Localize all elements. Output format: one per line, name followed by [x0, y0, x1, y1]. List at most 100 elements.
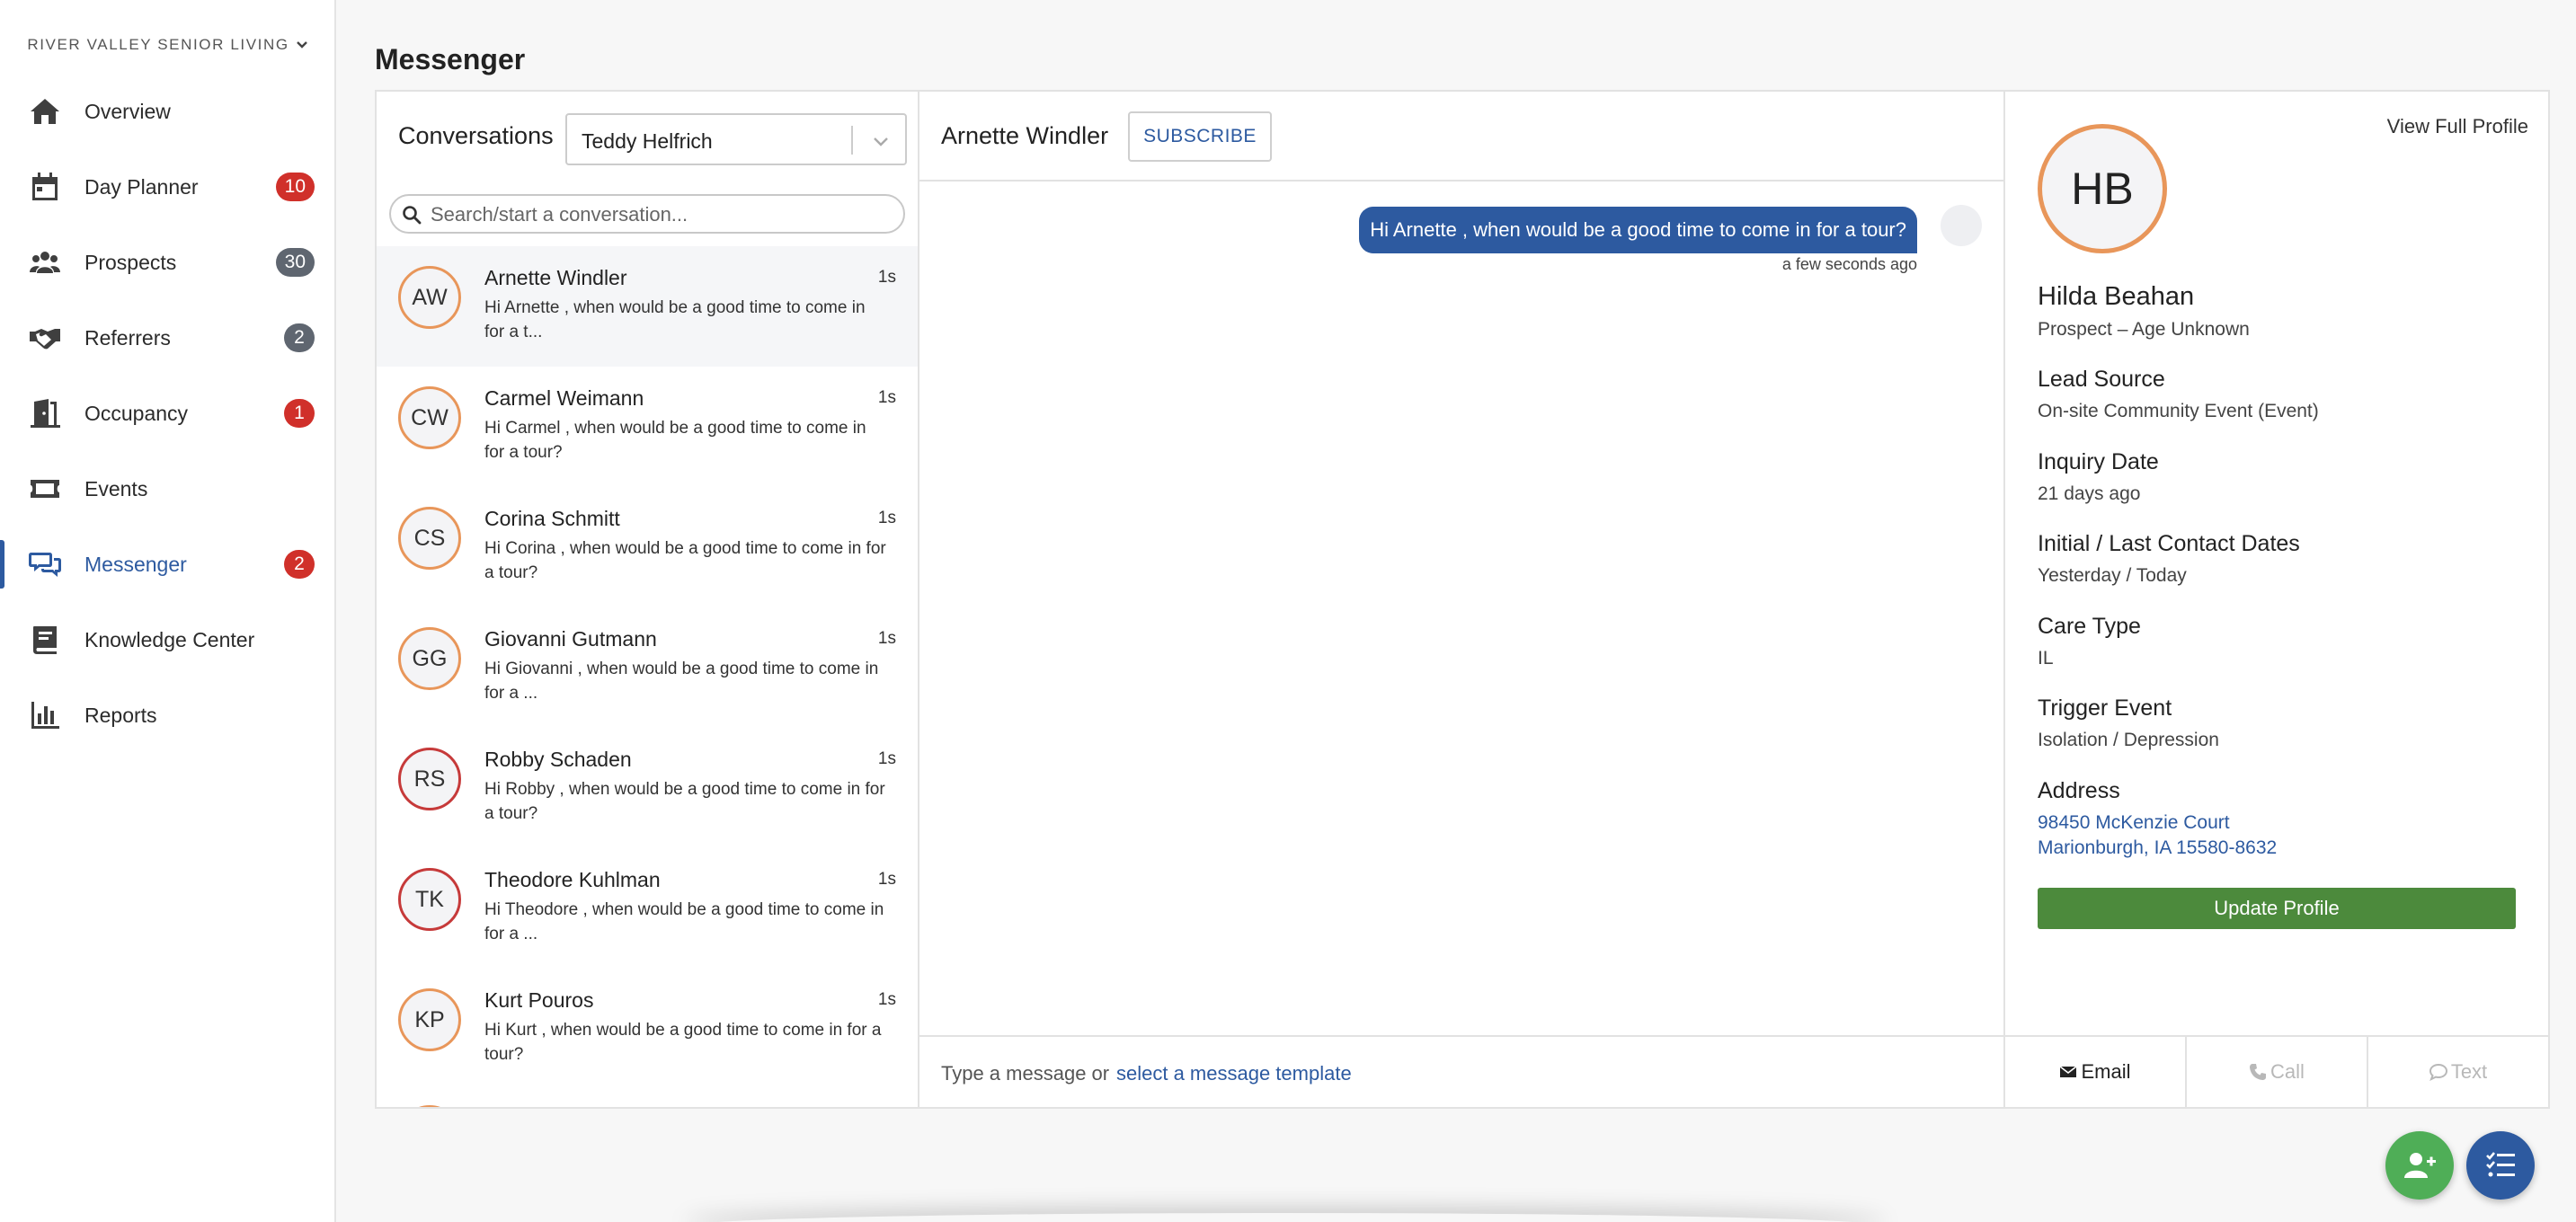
handshake-icon — [27, 320, 63, 356]
conversation-preview: Hi Kurt , when would be a good time to c… — [484, 1021, 882, 1064]
sidebar-item-label: Referrers — [84, 325, 171, 350]
comment-icon — [2429, 1063, 2447, 1081]
conversation-item[interactable]: KP Kurt Pouros 1s Hi Kurt , when would b… — [377, 969, 918, 1089]
message-composer[interactable]: Type a message or select a message templ… — [919, 1035, 2005, 1107]
chat-icon — [27, 546, 63, 582]
conversation-item[interactable]: CS Corina Schmitt 1s Hi Corina , when wo… — [377, 487, 918, 607]
conversations-column: Conversations Teddy Helfrich AW Arnette … — [377, 92, 919, 1107]
sidebar-item-messenger[interactable]: Messenger 2 — [0, 533, 336, 596]
users-icon — [27, 244, 63, 280]
checklist-icon — [2486, 1152, 2515, 1177]
address-line-1-link[interactable]: 98450 McKenzie Court — [2038, 812, 2230, 834]
count-badge: 30 — [275, 248, 315, 277]
sidebar-item-prospects[interactable]: Prospects 30 — [0, 231, 336, 294]
phone-icon — [2250, 1064, 2267, 1080]
conversation-time: 1s — [877, 749, 896, 768]
field-label: Inquiry Date — [2038, 449, 2159, 474]
sidebar-item-day-planner[interactable]: Day Planner 10 — [0, 155, 336, 218]
conversation-name: Theodore Kuhlman — [484, 868, 661, 891]
sidebar-item-label: Day Planner — [84, 174, 199, 199]
field-value: On-site Community Event (Event) — [2038, 401, 2319, 421]
user-plus-icon — [2404, 1153, 2436, 1178]
avatar: CS — [398, 507, 461, 570]
sidebar-item-occupancy[interactable]: Occupancy 1 — [0, 382, 336, 445]
address-line-2-link[interactable]: Marionburgh, IA 15580-8632 — [2038, 837, 2277, 859]
conversation-time: 1s — [877, 990, 896, 1009]
count-badge: 10 — [275, 173, 315, 201]
conversation-name: Kurt Pouros — [484, 988, 594, 1012]
bottom-shadow — [683, 1213, 1888, 1222]
community-selector[interactable]: RIVER VALLEY SENIOR LIVING — [0, 36, 336, 54]
update-profile-button[interactable]: Update Profile — [2038, 888, 2516, 929]
add-prospect-button[interactable] — [2385, 1131, 2454, 1200]
select-separator — [851, 126, 853, 155]
avatar: KP — [398, 988, 461, 1051]
count-badge: 1 — [284, 399, 315, 428]
field-value: IL — [2038, 648, 2054, 669]
chat-header: Arnette Windler SUBSCRIBE — [919, 92, 2005, 182]
conversation-time: 1s — [877, 388, 896, 407]
sidebar-item-referrers[interactable]: Referrers 2 — [0, 306, 336, 369]
conversation-name: Arnette Windler — [484, 266, 627, 289]
address-label: Address — [2038, 778, 2120, 803]
message-template-link[interactable]: select a message template — [1116, 1062, 1352, 1085]
tasks-button[interactable] — [2466, 1131, 2535, 1200]
chevron-down-icon — [296, 41, 307, 49]
conversation-preview: Hi Corina , when would be a good time to… — [484, 539, 886, 582]
chat-column: Arnette Windler SUBSCRIBE Hi Arnette , w… — [919, 92, 2005, 1107]
conversation-item[interactable]: TK Theodore Kuhlman 1s Hi Theodore , whe… — [377, 848, 918, 969]
count-badge: 2 — [284, 323, 315, 352]
avatar: RS — [398, 748, 461, 810]
sidebar-item-label: Occupancy — [84, 401, 189, 425]
call-button[interactable]: Call — [2187, 1037, 2368, 1107]
conversation-item-partial — [377, 1089, 918, 1107]
conversation-time: 1s — [877, 268, 896, 287]
field-label: Trigger Event — [2038, 695, 2172, 721]
page-title: Messenger — [375, 43, 526, 75]
avatar: TK — [398, 868, 461, 931]
envelope-icon — [2059, 1066, 2077, 1077]
sidebar-item-knowledge-center[interactable]: Knowledge Center — [0, 608, 336, 671]
text-button[interactable]: Text — [2368, 1037, 2548, 1107]
search-icon — [403, 206, 422, 225]
sidebar-item-reports[interactable]: Reports — [0, 684, 336, 747]
search-input[interactable] — [431, 201, 889, 228]
count-badge: 2 — [284, 550, 315, 579]
sidebar-item-label: Messenger — [84, 552, 187, 576]
calendar-icon — [27, 169, 63, 205]
conversation-item[interactable]: GG Giovanni Gutmann 1s Hi Giovanni , whe… — [377, 607, 918, 728]
email-label: Email — [2081, 1060, 2131, 1083]
email-button[interactable]: Email — [2005, 1037, 2187, 1107]
search-box — [389, 194, 905, 234]
conversation-name: Carmel Weimann — [484, 386, 644, 410]
sidebar-item-overview[interactable]: Overview — [0, 80, 336, 143]
conversation-item[interactable]: RS Robby Schaden 1s Hi Robby , when woul… — [377, 728, 918, 848]
contact-actions: Email Call Text — [2005, 1035, 2548, 1107]
conversation-time: 1s — [877, 629, 896, 648]
composer-placeholder: Type a message or — [941, 1062, 1110, 1085]
sidebar-item-label: Overview — [84, 99, 171, 123]
view-full-profile-link[interactable]: View Full Profile — [2387, 115, 2528, 138]
conversation-preview: Hi Theodore , when would be a good time … — [484, 900, 884, 943]
conversation-time: 1s — [877, 509, 896, 527]
conversation-time: 1s — [877, 870, 896, 889]
ticket-icon — [27, 471, 63, 507]
field-value: Yesterday / Today — [2038, 565, 2187, 586]
profile-avatar: HB — [2038, 124, 2167, 253]
conversation-preview: Hi Giovanni , when would be a good time … — [484, 660, 879, 703]
owner-select[interactable]: Teddy Helfrich — [565, 113, 907, 165]
subscribe-button[interactable]: SUBSCRIBE — [1128, 111, 1272, 162]
chevron-down-icon — [874, 137, 888, 146]
sidebar: RIVER VALLEY SENIOR LIVING Overview Day … — [0, 0, 336, 1222]
sidebar-item-events[interactable]: Events — [0, 457, 336, 520]
profile-name: Hilda Beahan — [2038, 282, 2195, 311]
sidebar-item-label: Knowledge Center — [84, 627, 255, 651]
conversation-name: Giovanni Gutmann — [484, 627, 657, 651]
conversation-item[interactable]: CW Carmel Weimann 1s Hi Carmel , when wo… — [377, 367, 918, 487]
avatar — [398, 1105, 461, 1107]
conversation-item[interactable]: AW Arnette Windler 1s Hi Arnette , when … — [377, 246, 918, 367]
conversation-name: Robby Schaden — [484, 748, 632, 771]
home-icon — [27, 93, 63, 129]
field-label: Lead Source — [2038, 367, 2165, 392]
chat-contact-name: Arnette Windler — [941, 122, 1109, 149]
